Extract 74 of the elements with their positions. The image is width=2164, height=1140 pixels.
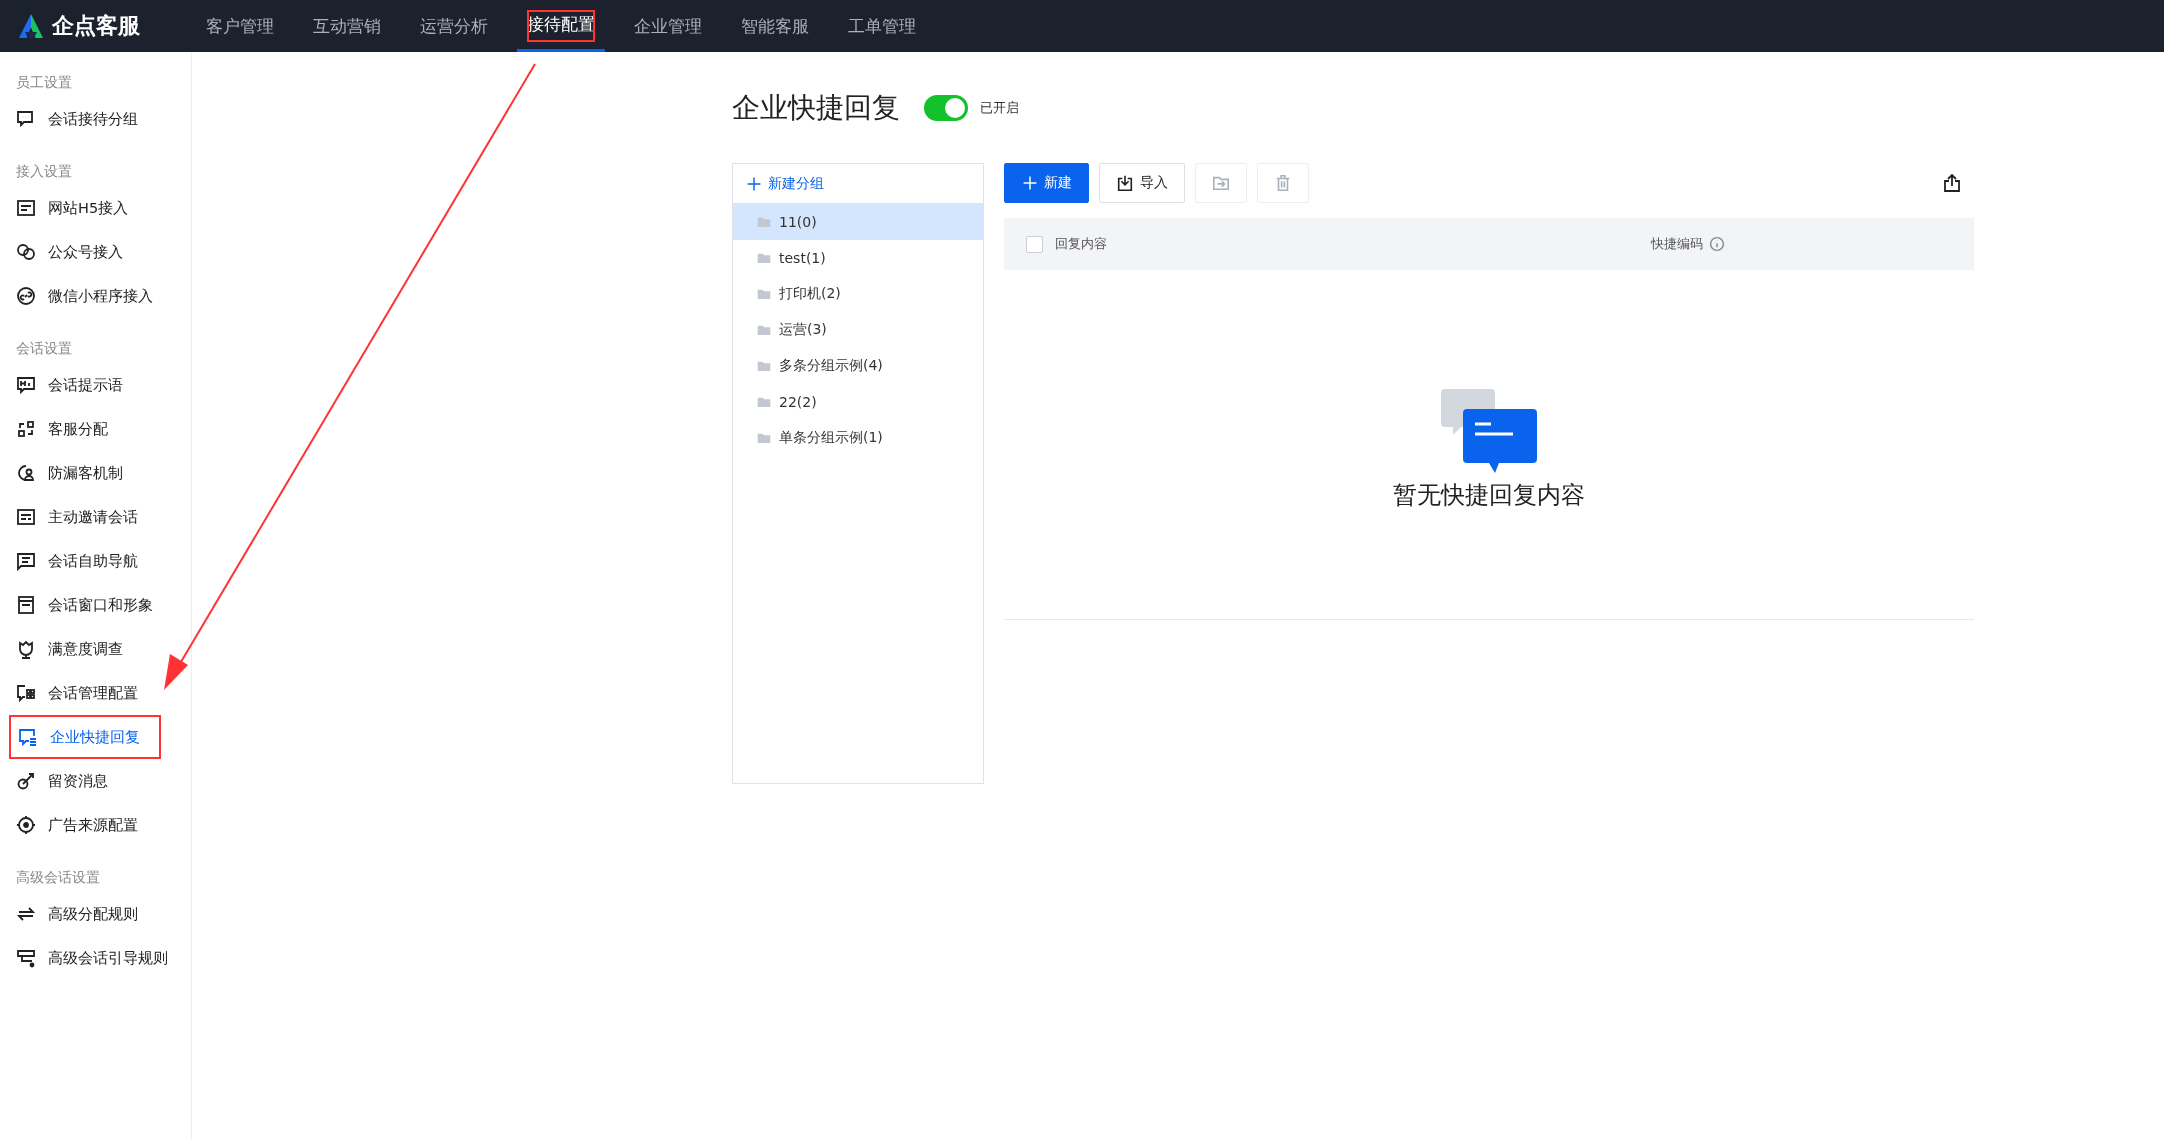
- folder-icon: [757, 395, 771, 409]
- nav-tab[interactable]: 互动营销: [310, 0, 384, 52]
- sidebar-item[interactable]: 客服分配: [0, 407, 191, 451]
- move-button[interactable]: [1195, 163, 1247, 203]
- sidebar-item[interactable]: 会话窗口和形象: [0, 583, 191, 627]
- sidebar-item[interactable]: 主动邀请会话: [0, 495, 191, 539]
- list-flow-icon: [16, 948, 36, 968]
- group-item[interactable]: 运营(3): [733, 312, 983, 348]
- person-ring-icon: [16, 463, 36, 483]
- logo-text: 企点客服: [52, 12, 140, 40]
- target-icon: [16, 815, 36, 835]
- flower-icon: [16, 639, 36, 659]
- sidebar-item[interactable]: 防漏客机制: [0, 451, 191, 495]
- sidebar-item[interactable]: 微信小程序接入: [0, 274, 191, 318]
- page-title: 企业快捷回复: [732, 90, 900, 126]
- circle-link-icon: [16, 286, 36, 306]
- browser-window-icon: [16, 198, 36, 218]
- column-header: 回复内容: [1055, 235, 1107, 253]
- group-item[interactable]: 单条分组示例(1): [733, 420, 983, 456]
- sidebar-item[interactable]: 高级分配规则: [0, 892, 191, 936]
- folder-icon: [757, 287, 771, 301]
- chat-grid-icon: [16, 683, 36, 703]
- sidebar-item[interactable]: 会话提示语: [0, 363, 191, 407]
- folder-icon: [757, 323, 771, 337]
- plus-icon: [746, 175, 762, 192]
- group-item[interactable]: 打印机(2): [733, 276, 983, 312]
- dart-icon: [16, 771, 36, 791]
- hi-bubble-icon: [16, 375, 36, 395]
- group-item[interactable]: test(1): [733, 240, 983, 276]
- toggle-switch[interactable]: [924, 95, 968, 121]
- folder-icon: [757, 359, 771, 373]
- toggle-label: 已开启: [980, 99, 1019, 117]
- chat-bubble-icon: [16, 109, 36, 129]
- sidebar-item[interactable]: 高级会话引导规则: [0, 936, 191, 980]
- section-title: 接入设置: [15, 162, 73, 181]
- sidebar-item[interactable]: 网站H5接入: [0, 186, 191, 230]
- sidebar-item[interactable]: 广告来源配置: [0, 803, 191, 847]
- nav-tab[interactable]: 企业管理: [631, 0, 705, 52]
- section-title: 会话设置: [15, 339, 73, 358]
- delete-button[interactable]: [1257, 163, 1309, 203]
- share-icon: [1942, 173, 1962, 193]
- window-icon: [16, 595, 36, 615]
- sidebar-item[interactable]: 企业快捷回复: [9, 715, 161, 759]
- sidebar-item[interactable]: 会话自助导航: [0, 539, 191, 583]
- section-title: 员工设置: [15, 73, 73, 92]
- group-item[interactable]: 11(0): [733, 204, 983, 240]
- info-icon: [1709, 236, 1725, 252]
- sidebar-item[interactable]: 满意度调查: [0, 627, 191, 671]
- folder-icon: [757, 251, 771, 265]
- folder-icon: [757, 431, 771, 445]
- sidebar-item[interactable]: 会话管理配置: [0, 671, 191, 715]
- sidebar-item[interactable]: 留资消息: [0, 759, 191, 803]
- nav-tab[interactable]: 智能客服: [738, 0, 812, 52]
- nodes-icon: [16, 419, 36, 439]
- empty-state-text: 暂无快捷回复内容: [1393, 479, 1585, 511]
- chat-list-icon: [18, 727, 38, 747]
- folder-icon: [757, 215, 771, 229]
- plus-icon: [1021, 175, 1038, 191]
- new-button[interactable]: 新建: [1004, 163, 1089, 203]
- nav-tab[interactable]: 客户管理: [203, 0, 277, 52]
- section-title: 高级会话设置: [15, 868, 101, 887]
- trash-icon: [1274, 173, 1292, 193]
- message-lines-icon: [16, 551, 36, 571]
- nav-tab[interactable]: 工单管理: [845, 0, 919, 52]
- import-icon: [1116, 174, 1134, 192]
- card-lines-icon: [16, 507, 36, 527]
- import-button[interactable]: 导入: [1099, 163, 1185, 203]
- nav-tab[interactable]: 运营分析: [417, 0, 491, 52]
- group-item[interactable]: 22(2): [733, 384, 983, 420]
- select-all-checkbox[interactable]: [1026, 235, 1043, 253]
- sidebar-item[interactable]: 公众号接入: [0, 230, 191, 274]
- group-item[interactable]: 多条分组示例(4): [733, 348, 983, 384]
- sidebar-item[interactable]: 会话接待分组: [0, 97, 191, 141]
- column-header: 快捷编码: [1651, 235, 1703, 253]
